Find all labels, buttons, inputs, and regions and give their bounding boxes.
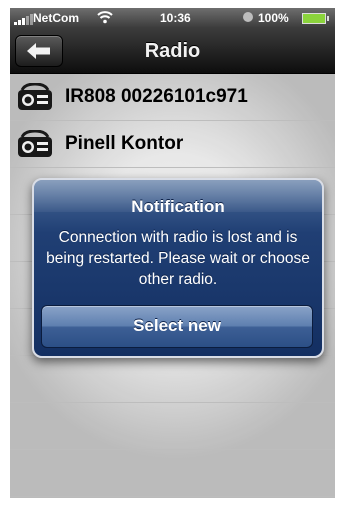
alert-title: Notification xyxy=(131,197,225,216)
select-new-button-label: Select new xyxy=(133,316,221,335)
phone-screen: NetCom 10:36 100% Radio IR808 00226101c9… xyxy=(10,8,335,498)
alert-message: Connection with radio is lost and is bei… xyxy=(46,229,310,288)
status-time: 10:36 xyxy=(160,11,191,25)
notification-alert: Notification Connection with radio is lo… xyxy=(32,178,324,358)
signal-strength-icon xyxy=(14,14,33,25)
status-bar: NetCom 10:36 100% xyxy=(10,8,335,28)
alarm-clock-icon xyxy=(243,12,253,22)
battery-percentage: 100% xyxy=(258,11,289,25)
carrier-name: NetCom xyxy=(33,11,80,25)
page-title: Radio xyxy=(144,40,201,62)
select-new-button[interactable]: Select new xyxy=(41,305,313,348)
wifi-icon xyxy=(97,11,113,24)
navigation-bar: Radio xyxy=(10,28,335,74)
battery-icon xyxy=(302,13,329,24)
